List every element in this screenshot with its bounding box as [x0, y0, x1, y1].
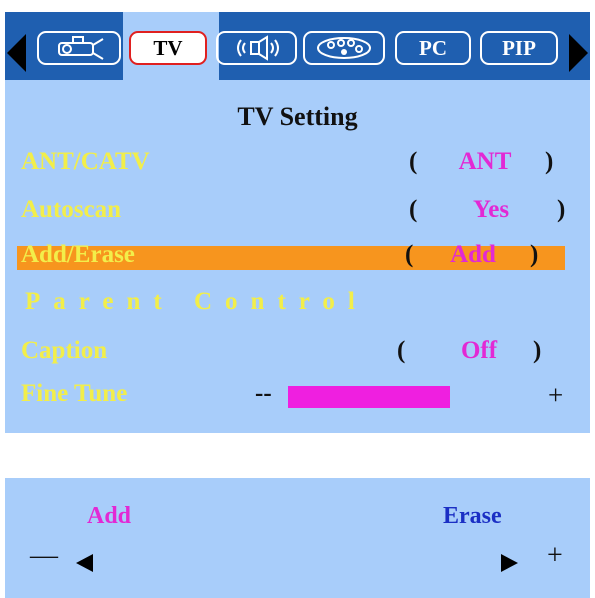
tab-tv[interactable]: TV — [129, 31, 207, 65]
right-triangle-icon — [501, 554, 518, 572]
tab-picture[interactable] — [303, 31, 385, 65]
tab-pip[interactable]: PIP — [480, 31, 558, 65]
left-triangle-icon — [76, 554, 93, 572]
menu-item-label: Add/Erase — [21, 241, 135, 268]
menu-item-fine-tune[interactable]: Fine Tune -- + — [5, 380, 590, 412]
plus-key: + — [547, 540, 563, 571]
minus-key: — — [30, 540, 58, 571]
menu-item-caption[interactable]: Caption ( Off ) — [5, 337, 590, 369]
tab-pip-label: PIP — [502, 35, 536, 60]
menu-item-ant-catv[interactable]: ANT/CATV ( ANT ) — [5, 148, 590, 180]
menu-item-autoscan[interactable]: Autoscan ( Yes ) — [5, 196, 590, 228]
close-paren: ) — [530, 241, 539, 268]
erase-option[interactable]: Erase — [443, 503, 502, 530]
palette-icon — [314, 35, 374, 61]
add-option[interactable]: Add — [87, 503, 131, 530]
open-paren: ( — [409, 148, 418, 175]
tab-audio[interactable] — [216, 31, 297, 65]
menu-item-label: Autoscan — [21, 196, 122, 223]
fine-tune-minus[interactable]: -- — [255, 380, 272, 408]
menu-item-value: Off — [460, 337, 498, 364]
tv-setting-panel: TV Setting ANT/CATV ( ANT ) Autoscan ( Y… — [5, 80, 590, 433]
menu-item-label: Caption — [21, 337, 108, 364]
add-erase-hint-panel: Add Erase — + — [5, 478, 590, 598]
tab-bar: TV PC PIP — [5, 12, 590, 80]
menu-item-value: Yes — [472, 196, 510, 223]
tab-pc[interactable]: PC — [395, 31, 471, 65]
menu-item-parent-control[interactable]: Parent Control — [5, 288, 590, 320]
fine-tune-level-bar[interactable] — [288, 386, 450, 408]
open-paren: ( — [397, 337, 406, 364]
menu-item-label: Parent Control — [25, 288, 368, 315]
open-paren: ( — [409, 196, 418, 223]
close-paren: ) — [557, 196, 566, 223]
tab-tv-label: TV — [153, 35, 183, 60]
page-title: TV Setting — [237, 102, 358, 131]
tab-setup[interactable] — [37, 31, 121, 65]
menu-item-label: Fine Tune — [21, 380, 128, 407]
fine-tune-plus[interactable]: + — [548, 380, 563, 411]
menu-item-value: Add — [450, 241, 496, 268]
menu-item-add-erase[interactable]: Add/Erase ( Add ) — [5, 241, 590, 273]
open-paren: ( — [405, 241, 414, 268]
tab-pc-label: PC — [419, 35, 447, 60]
tab-right-arrow-icon[interactable] — [569, 34, 588, 72]
menu-item-value: ANT — [458, 148, 512, 175]
tab-left-arrow-icon[interactable] — [7, 34, 26, 72]
close-paren: ) — [533, 337, 542, 364]
menu-item-label: ANT/CATV — [21, 148, 150, 175]
projector-icon — [53, 35, 105, 61]
close-paren: ) — [545, 148, 554, 175]
speaker-icon — [227, 35, 287, 61]
